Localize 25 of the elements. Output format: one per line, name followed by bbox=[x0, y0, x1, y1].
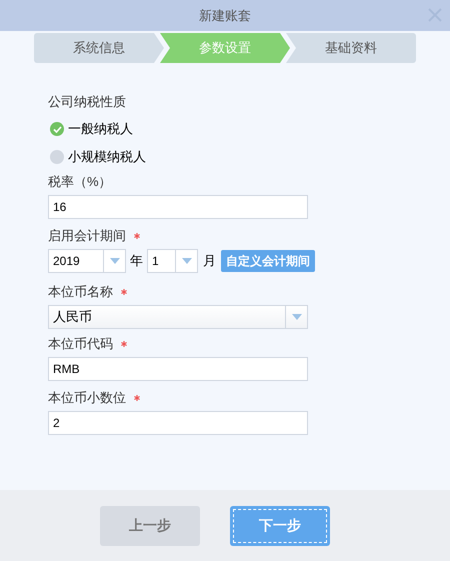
caret-icon bbox=[292, 314, 302, 320]
step-tab[interactable]: 基础资料 bbox=[286, 33, 416, 63]
radio-label: 一般纳税人 bbox=[68, 120, 133, 138]
currency-code-field[interactable]: RMB bbox=[48, 357, 308, 381]
year-select[interactable]: 2019 bbox=[48, 249, 126, 273]
month-unit: 月 bbox=[203, 252, 216, 270]
radio-label: 小规模纳税人 bbox=[68, 148, 146, 166]
field-label: 税率（%） bbox=[48, 173, 112, 192]
step-tab[interactable]: 系统信息 bbox=[34, 33, 164, 63]
field-label: 本位币名称 bbox=[48, 283, 113, 302]
tax-rate-field[interactable]: 16 bbox=[48, 195, 308, 219]
field-label: 本位币代码 bbox=[48, 335, 113, 354]
month-select[interactable]: 1 bbox=[147, 249, 198, 273]
field-label: 本位币小数位 bbox=[48, 389, 126, 408]
window-title: 新建账套 bbox=[199, 6, 251, 25]
currency-select[interactable]: 人民币 bbox=[48, 305, 308, 329]
year-unit: 年 bbox=[130, 252, 143, 270]
field-label: 启用会计期间 bbox=[48, 227, 126, 246]
radio-button[interactable] bbox=[50, 150, 64, 164]
field-label: 公司纳税性质 bbox=[48, 93, 126, 112]
caret-icon bbox=[110, 258, 120, 264]
check-icon bbox=[52, 126, 62, 132]
radio-button[interactable] bbox=[50, 122, 64, 136]
caret-icon bbox=[182, 258, 192, 264]
decimals-field[interactable]: 2 bbox=[48, 411, 308, 435]
